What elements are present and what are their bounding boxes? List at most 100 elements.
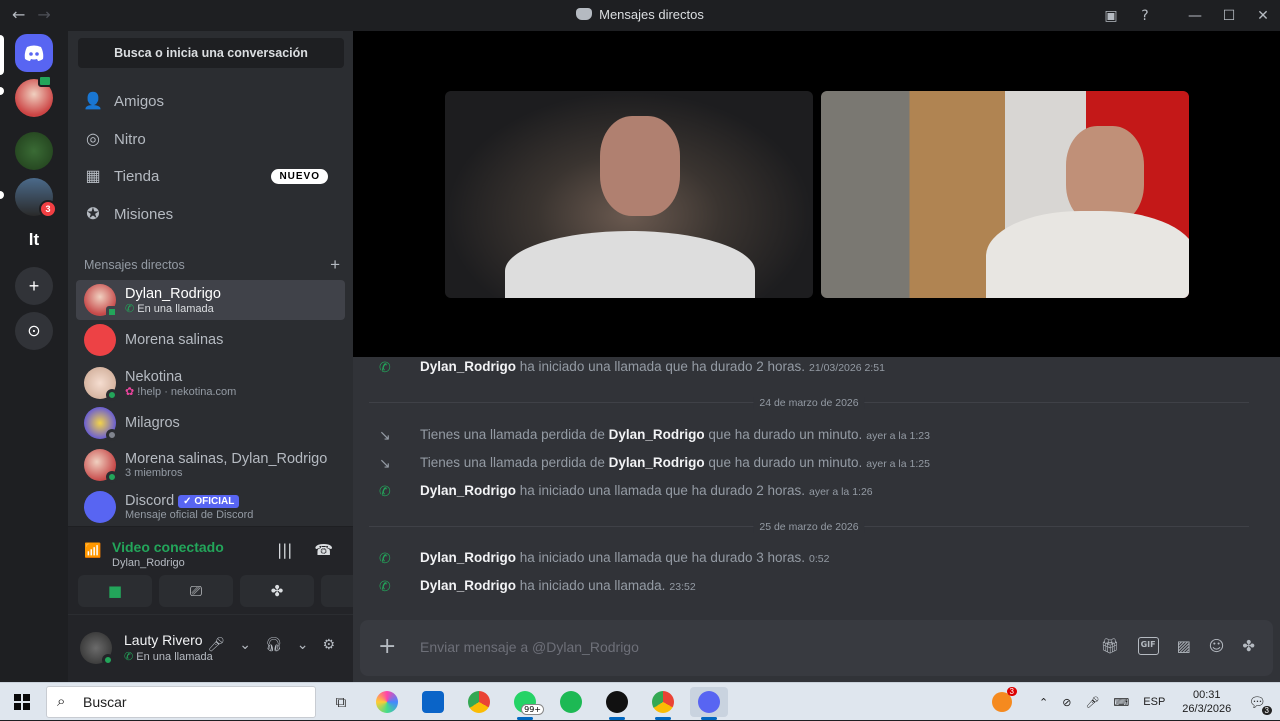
nav-quests[interactable]: ✪ Misiones [78,196,344,232]
call-log-text: Tienes una llamada perdida de Dylan_Rodr… [420,427,930,442]
discord-glyph [698,691,720,713]
user-mention[interactable]: Dylan_Rodrigo [609,427,705,442]
gift-icon[interactable]: 🎁︎ [1101,637,1120,655]
taskbar-search-label: Buscar [83,694,127,710]
microphone-icon[interactable]: 🎤︎ [207,637,225,653]
call-log-message: que ha durado un minuto. [708,427,863,442]
network-icon[interactable]: ⊘ [1062,696,1071,709]
search-input[interactable]: Busca o inicia una conversación [78,38,344,68]
spotify-app-icon[interactable] [552,687,590,717]
camera-button[interactable]: ■ [78,575,152,607]
user-name[interactable]: Lauty Rivero [124,632,203,648]
date-divider: 24 de marzo de 2026 [369,397,1249,416]
chrome-app-icon[interactable] [460,687,498,717]
language-indicator[interactable]: ESP [1143,696,1165,708]
video-tile-1[interactable] [445,91,813,298]
sticker-icon[interactable]: ▨ [1177,637,1191,655]
dm-item-milagros[interactable]: Milagros [76,403,345,443]
notification-icon[interactable]: 💬︎ 3 [1248,694,1272,715]
gif-button[interactable]: GIF [1137,637,1159,655]
discord-app-icon[interactable] [690,687,728,720]
screenshare-button[interactable]: ⎚ [159,575,233,607]
dm-text: Morena salinas, Dylan_Rodrigo 3 miembros [125,451,327,479]
user-mention[interactable]: Dylan_Rodrigo [420,550,516,565]
chevron-down-icon[interactable]: ⌄ [239,637,251,653]
dm-item-dylan[interactable]: Dylan_Rodrigo ✆ En una llamada [76,280,345,320]
chevron-up-icon[interactable]: ⌃ [1039,696,1048,709]
friends-icon: 👤 [83,93,103,110]
voice-status[interactable]: Video conectado [112,539,224,555]
user-mention[interactable]: Dylan_Rodrigo [420,578,516,593]
game-app-icon[interactable] [598,687,636,720]
outlook-app-icon[interactable] [414,687,452,717]
nav-nitro-label: Nitro [114,130,146,148]
windows-start-icon[interactable] [14,694,30,710]
taskbar-search[interactable]: ⌕ Buscar [46,686,316,718]
attach-plus-icon[interactable]: + [378,634,396,659]
new-badge: NUEVO [271,168,328,184]
discord-home-icon[interactable] [15,34,53,72]
task-view-icon[interactable]: ⧉ [322,687,360,717]
call-log-text: Dylan_Rodrigo ha iniciado una llamada qu… [420,483,873,498]
spotify-glyph [560,691,582,713]
tray-app-icon[interactable]: 3 [991,687,1017,712]
call-log-row: ✆ Dylan_Rodrigo ha iniciado una llamada … [353,357,1253,379]
dm-name: Discord ✓ OFICIAL [125,493,253,509]
dm-header: Mensajes directos + [84,255,340,275]
noise-suppression-icon[interactable]: ||| [277,541,292,559]
activities-button[interactable]: ✤ [240,575,314,607]
nav-friends[interactable]: 👤 Amigos [78,83,344,119]
dm-item-group[interactable]: Morena salinas, Dylan_Rodrigo 3 miembros [76,445,345,485]
user-mention[interactable]: Dylan_Rodrigo [609,455,705,470]
system-tray: 3 ⌃ ⊘ 🎤︎ ⌨ ESP 00:31 26/3/2026 💬︎ 3 [985,683,1280,721]
call-log-text: Tienes una llamada perdida de Dylan_Rodr… [420,455,930,470]
video-tile-2[interactable] [821,91,1189,298]
headphones-icon[interactable]: 🎧︎ [265,637,283,653]
server-avatar-1[interactable] [15,75,53,117]
chrome-profile-app-icon[interactable] [644,687,682,720]
voice-buttons: ■ ⎚ ✤ ♪ [78,575,395,607]
apps-icon[interactable]: ✤ [1242,637,1255,655]
server-avatar-2[interactable] [15,132,53,170]
clock-date: 26/3/2026 [1182,703,1232,715]
chevron-down-icon[interactable]: ⌄ [297,637,309,653]
status-indicator [106,429,118,441]
user-avatar[interactable] [80,632,114,666]
nav-nitro[interactable]: ◎ Nitro [78,121,344,157]
user-mention[interactable]: Dylan_Rodrigo [420,359,516,374]
maximize-button[interactable]: ☐ [1212,8,1246,24]
call-log-row: ↘ Tienes una llamada perdida de Dylan_Ro… [353,453,1253,475]
server-lt[interactable]: lt [15,221,53,259]
dm-item-morena[interactable]: Morena salinas [76,320,345,360]
shop-icon: ▦ [85,168,101,185]
status-indicator [102,654,114,666]
microphone-icon[interactable]: 🎤︎ [1085,696,1099,709]
dm-item-nekotina[interactable]: Nekotina ✿ !help · nekotina.com [76,363,345,403]
minimize-button[interactable]: — [1178,8,1212,24]
dm-text: Nekotina ✿ !help · nekotina.com [125,369,236,398]
call-log-message: que ha durado un minuto. [708,455,863,470]
message-input[interactable]: Enviar mensaje a @Dylan_Rodrigo [420,639,639,655]
voice-channel[interactable]: Dylan_Rodrigo [112,557,185,569]
clock[interactable]: 00:31 26/3/2026 [1182,688,1231,716]
dm-item-discord[interactable]: Discord ✓ OFICIAL Mensaje oficial de Disc… [76,487,345,527]
close-button[interactable]: ✕ [1246,8,1280,24]
phone-icon: ✆ [379,483,391,499]
emoji-icon[interactable]: ☺ [1209,637,1225,655]
inbox-icon[interactable]: ▣ [1094,8,1128,24]
taskbar-apps: ⧉ 99+ [322,687,728,720]
keyboard-icon[interactable]: ⌨ [1113,696,1129,709]
nav-shop[interactable]: ▦ Tienda NUEVO [78,158,344,194]
call-area [353,31,1280,357]
disconnect-icon[interactable]: ☎ [314,541,333,559]
server-avatar-3[interactable]: 3 [15,178,57,218]
nav-friends-label: Amigos [114,92,165,110]
create-dm-icon[interactable]: + [330,255,340,275]
copilot-app-icon[interactable] [368,687,406,717]
settings-gear-icon[interactable]: ⚙ [322,637,335,653]
add-server-icon[interactable]: + [15,267,53,305]
help-icon[interactable]: ? [1128,8,1162,24]
whatsapp-app-icon[interactable]: 99+ [506,687,544,720]
user-mention[interactable]: Dylan_Rodrigo [420,483,516,498]
explore-icon[interactable]: ⊙ [15,312,53,350]
